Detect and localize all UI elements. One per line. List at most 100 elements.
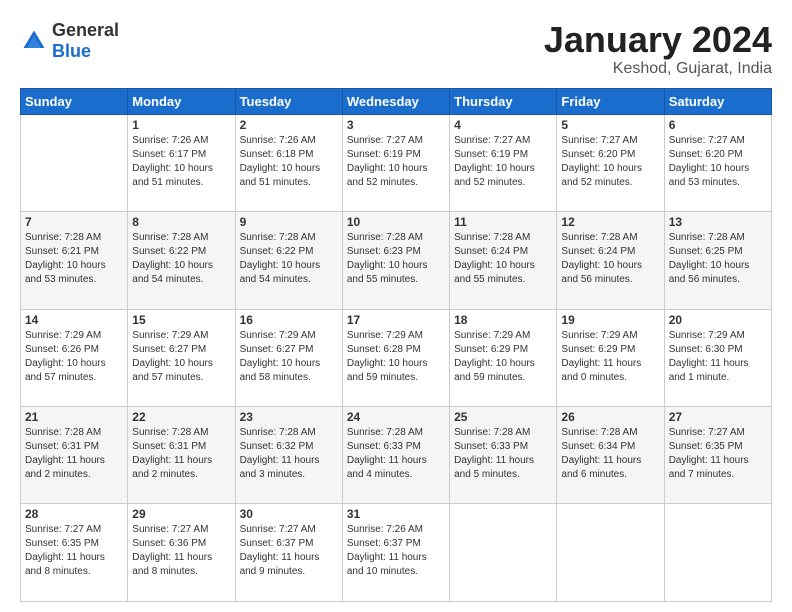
table-row: 13Sunrise: 7:28 AMSunset: 6:25 PMDayligh… <box>664 212 771 309</box>
cell-info: Sunrise: 7:29 AMSunset: 6:27 PMDaylight:… <box>240 329 338 385</box>
day-number: 4 <box>454 118 552 132</box>
table-row: 14 Sunrise: 7:29 AMSunset: 6:26 PMDayligh… <box>21 309 128 406</box>
table-row: 19 Sunrise: 7:29 AMSunset: 6:29 PMDayligh… <box>557 309 664 406</box>
table-row: 3 Sunrise: 7:27 AMSunset: 6:19 PMDaylight… <box>342 114 449 211</box>
cell-info: Sunrise: 7:28 AMSunset: 6:32 PMDaylight:… <box>240 426 338 482</box>
day-number: 6 <box>669 118 767 132</box>
cell-info: Sunrise: 7:28 AMSunset: 6:24 PMDaylight:… <box>561 231 659 287</box>
page: General Blue January 2024 Keshod, Gujara… <box>0 0 792 612</box>
day-number: 23 <box>240 410 338 424</box>
day-number: 17 <box>347 313 445 327</box>
cell-info: Sunrise: 7:29 AMSunset: 6:28 PMDaylight:… <box>347 329 445 385</box>
cell-info: Sunrise: 7:29 AMSunset: 6:29 PMDaylight:… <box>561 329 659 385</box>
day-number: 18 <box>454 313 552 327</box>
table-row: 10 Sunrise: 7:28 AMSunset: 6:23 PMDayligh… <box>342 212 449 309</box>
table-row: 27Sunrise: 7:27 AMSunset: 6:35 PMDayligh… <box>664 407 771 504</box>
cell-info: Sunrise: 7:28 AMSunset: 6:33 PMDaylight:… <box>347 426 445 482</box>
table-row <box>21 114 128 211</box>
calendar-week-row: 7 Sunrise: 7:28 AMSunset: 6:21 PMDaylight… <box>21 212 772 309</box>
day-number: 20 <box>669 313 767 327</box>
logo: General Blue <box>20 20 119 62</box>
month-title: January 2024 <box>544 20 772 60</box>
day-number: 29 <box>132 507 230 521</box>
day-number: 15 <box>132 313 230 327</box>
table-row: 12Sunrise: 7:28 AMSunset: 6:24 PMDayligh… <box>557 212 664 309</box>
col-thursday: Thursday <box>450 88 557 114</box>
cell-info: Sunrise: 7:29 AMSunset: 6:29 PMDaylight:… <box>454 329 552 385</box>
day-number: 8 <box>132 215 230 229</box>
day-number: 2 <box>240 118 338 132</box>
day-number: 1 <box>132 118 230 132</box>
table-row: 21Sunrise: 7:28 AMSunset: 6:31 PMDayligh… <box>21 407 128 504</box>
cell-info: Sunrise: 7:29 AMSunset: 6:26 PMDaylight:… <box>25 329 123 385</box>
cell-info: Sunrise: 7:27 AMSunset: 6:19 PMDaylight:… <box>347 134 445 190</box>
day-number: 16 <box>240 313 338 327</box>
cell-info: Sunrise: 7:26 AMSunset: 6:18 PMDaylight:… <box>240 134 338 190</box>
cell-info: Sunrise: 7:29 AMSunset: 6:30 PMDaylight:… <box>669 329 767 385</box>
table-row: 15Sunrise: 7:29 AMSunset: 6:27 PMDayligh… <box>128 309 235 406</box>
cell-info: Sunrise: 7:28 AMSunset: 6:21 PMDaylight:… <box>25 231 123 287</box>
cell-info: Sunrise: 7:26 AMSunset: 6:37 PMDaylight:… <box>347 523 445 579</box>
table-row: 24 Sunrise: 7:28 AMSunset: 6:33 PMDayligh… <box>342 407 449 504</box>
day-number: 5 <box>561 118 659 132</box>
calendar-table: Sunday Monday Tuesday Wednesday Thursday… <box>20 88 772 602</box>
cell-info: Sunrise: 7:28 AMSunset: 6:34 PMDaylight:… <box>561 426 659 482</box>
day-number: 13 <box>669 215 767 229</box>
table-row: 31Sunrise: 7:26 AMSunset: 6:37 PMDayligh… <box>342 504 449 602</box>
day-number: 22 <box>132 410 230 424</box>
title-block: January 2024 Keshod, Gujarat, India <box>544 20 772 78</box>
calendar-week-row: 1 Sunrise: 7:26 AMSunset: 6:17 PMDaylight… <box>21 114 772 211</box>
day-number: 24 <box>347 410 445 424</box>
table-row: 6 Sunrise: 7:27 AMSunset: 6:20 PMDaylight… <box>664 114 771 211</box>
table-row: 25Sunrise: 7:28 AMSunset: 6:33 PMDayligh… <box>450 407 557 504</box>
table-row <box>557 504 664 602</box>
day-number: 21 <box>25 410 123 424</box>
table-row: 5 Sunrise: 7:27 AMSunset: 6:20 PMDaylight… <box>557 114 664 211</box>
table-row: 28Sunrise: 7:27 AMSunset: 6:35 PMDayligh… <box>21 504 128 602</box>
day-number: 26 <box>561 410 659 424</box>
cell-info: Sunrise: 7:28 AMSunset: 6:33 PMDaylight:… <box>454 426 552 482</box>
table-row: 22 Sunrise: 7:28 AMSunset: 6:31 PMDayligh… <box>128 407 235 504</box>
day-number: 19 <box>561 313 659 327</box>
col-friday: Friday <box>557 88 664 114</box>
cell-info: Sunrise: 7:28 AMSunset: 6:23 PMDaylight:… <box>347 231 445 287</box>
table-row: 30Sunrise: 7:27 AMSunset: 6:37 PMDayligh… <box>235 504 342 602</box>
cell-info: Sunrise: 7:27 AMSunset: 6:20 PMDaylight:… <box>669 134 767 190</box>
table-row: 9 Sunrise: 7:28 AMSunset: 6:22 PMDaylight… <box>235 212 342 309</box>
table-row: 8 Sunrise: 7:28 AMSunset: 6:22 PMDaylight… <box>128 212 235 309</box>
calendar-week-row: 21 Sunrise: 7:28 AMSunset: 6:31 PMDayligh… <box>21 407 772 504</box>
cell-info: Sunrise: 7:26 AMSunset: 6:17 PMDaylight:… <box>132 134 230 190</box>
location: Keshod, Gujarat, India <box>544 60 772 78</box>
cell-info: Sunrise: 7:28 AMSunset: 6:31 PMDaylight:… <box>132 426 230 482</box>
cell-info: Sunrise: 7:27 AMSunset: 6:35 PMDaylight:… <box>25 523 123 579</box>
calendar-week-row: 14 Sunrise: 7:29 AMSunset: 6:26 PMDayligh… <box>21 309 772 406</box>
cell-info: Sunrise: 7:28 AMSunset: 6:22 PMDaylight:… <box>132 231 230 287</box>
logo-general: General <box>52 20 119 40</box>
day-number: 9 <box>240 215 338 229</box>
table-row: 17 Sunrise: 7:29 AMSunset: 6:28 PMDayligh… <box>342 309 449 406</box>
logo-blue: Blue <box>52 41 91 61</box>
calendar-header-row: Sunday Monday Tuesday Wednesday Thursday… <box>21 88 772 114</box>
col-saturday: Saturday <box>664 88 771 114</box>
col-wednesday: Wednesday <box>342 88 449 114</box>
table-row: 1 Sunrise: 7:26 AMSunset: 6:17 PMDaylight… <box>128 114 235 211</box>
day-number: 14 <box>25 313 123 327</box>
day-number: 10 <box>347 215 445 229</box>
table-row: 23 Sunrise: 7:28 AMSunset: 6:32 PMDayligh… <box>235 407 342 504</box>
table-row: 18 Sunrise: 7:29 AMSunset: 6:29 PMDayligh… <box>450 309 557 406</box>
table-row <box>450 504 557 602</box>
table-row: 7 Sunrise: 7:28 AMSunset: 6:21 PMDaylight… <box>21 212 128 309</box>
cell-info: Sunrise: 7:27 AMSunset: 6:20 PMDaylight:… <box>561 134 659 190</box>
day-number: 3 <box>347 118 445 132</box>
col-sunday: Sunday <box>21 88 128 114</box>
cell-info: Sunrise: 7:27 AMSunset: 6:36 PMDaylight:… <box>132 523 230 579</box>
table-row: 16 Sunrise: 7:29 AMSunset: 6:27 PMDayligh… <box>235 309 342 406</box>
table-row: 2 Sunrise: 7:26 AMSunset: 6:18 PMDaylight… <box>235 114 342 211</box>
day-number: 7 <box>25 215 123 229</box>
cell-info: Sunrise: 7:27 AMSunset: 6:19 PMDaylight:… <box>454 134 552 190</box>
logo-text: General Blue <box>52 20 119 62</box>
cell-info: Sunrise: 7:28 AMSunset: 6:22 PMDaylight:… <box>240 231 338 287</box>
calendar-week-row: 28Sunrise: 7:27 AMSunset: 6:35 PMDayligh… <box>21 504 772 602</box>
table-row: 29 Sunrise: 7:27 AMSunset: 6:36 PMDayligh… <box>128 504 235 602</box>
day-number: 27 <box>669 410 767 424</box>
